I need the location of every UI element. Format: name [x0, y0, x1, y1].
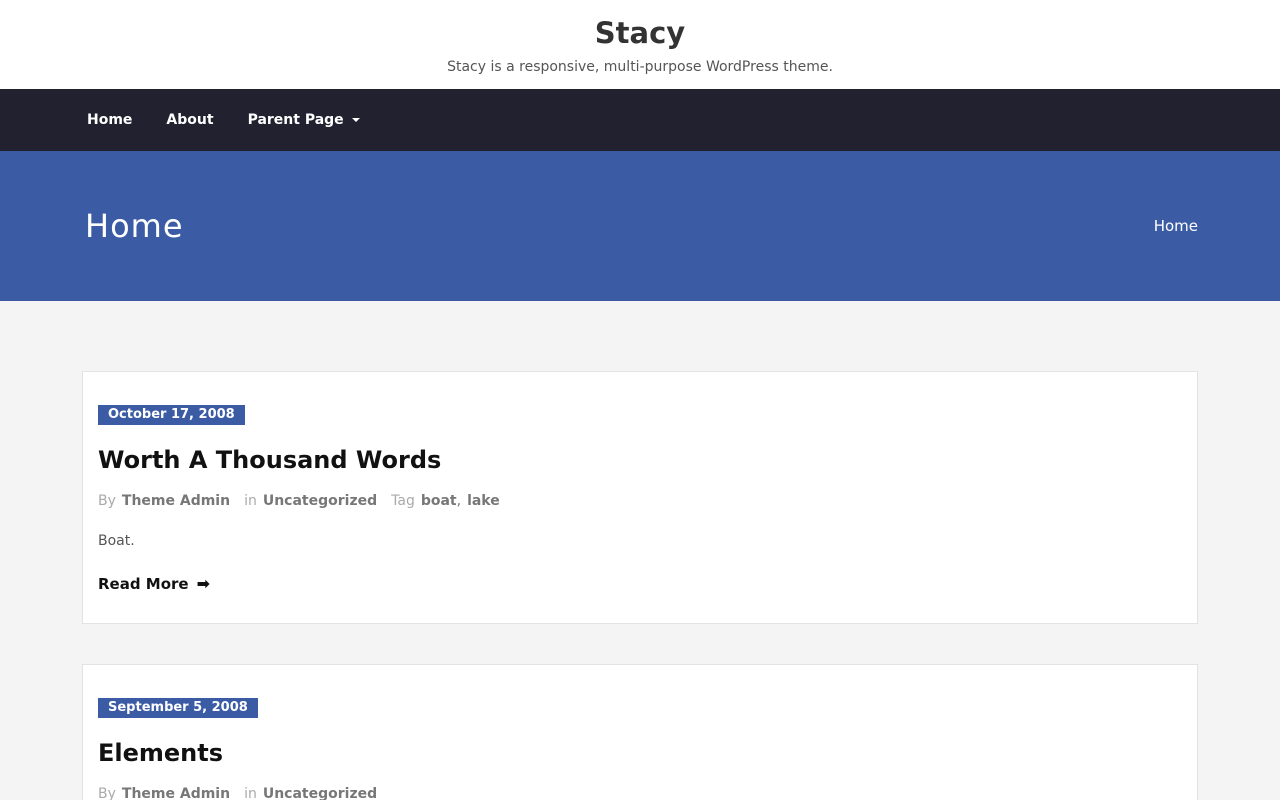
meta-in-label: in [244, 786, 257, 800]
post-excerpt: Boat. [98, 533, 135, 549]
post-meta: By Theme Admin in Uncategorized [98, 786, 1182, 800]
caret-down-icon [351, 118, 360, 122]
nav-item-about[interactable]: About [166, 112, 213, 128]
main-navigation: Home About Parent Page [0, 89, 1280, 151]
nav-item-label: About [166, 112, 214, 128]
page-hero: Home Home [0, 151, 1280, 301]
post-tag-link[interactable]: lake [467, 493, 500, 509]
post-title[interactable]: Worth A Thousand Words [98, 445, 1182, 475]
post-card: October 17, 2008 Worth A Thousand Words … [82, 371, 1198, 624]
site-header: Stacy Stacy is a responsive, multi-purpo… [0, 0, 1280, 89]
read-more-link[interactable]: Read More ➡ [98, 574, 210, 593]
meta-in-label: in [244, 493, 257, 509]
meta-by-label: By [98, 493, 116, 509]
post-category-link[interactable]: Uncategorized [263, 786, 377, 800]
post-category-link[interactable]: Uncategorized [263, 493, 377, 509]
nav-item-label: Home [87, 112, 133, 128]
post-date-badge[interactable]: September 5, 2008 [98, 698, 258, 718]
arrow-right-icon: ➡ [196, 574, 211, 593]
nav-item-label: Parent Page [247, 112, 344, 128]
post-title[interactable]: Elements [98, 738, 1182, 768]
post-date-badge[interactable]: October 17, 2008 [98, 405, 245, 425]
meta-by-label: By [98, 786, 116, 800]
meta-tag-label: Tag [391, 493, 415, 509]
post-list: October 17, 2008 Worth A Thousand Words … [0, 301, 1280, 800]
site-title[interactable]: Stacy [0, 0, 1280, 51]
post-tag-link[interactable]: boat [421, 493, 457, 509]
tag-separator: , [456, 493, 462, 509]
page-title: Home [85, 207, 184, 245]
post-card: September 5, 2008 Elements By Theme Admi… [82, 664, 1198, 800]
nav-item-parent-page[interactable]: Parent Page [248, 112, 360, 128]
nav-item-home[interactable]: Home [87, 112, 132, 128]
read-more-label: Read More [98, 574, 189, 593]
post-author-link[interactable]: Theme Admin [122, 493, 230, 509]
site-description: Stacy is a responsive, multi-purpose Wor… [447, 59, 833, 75]
post-meta: By Theme Admin in Uncategorized Tag boat… [98, 493, 1182, 509]
breadcrumb-home[interactable]: Home [1154, 217, 1198, 235]
post-author-link[interactable]: Theme Admin [122, 786, 230, 800]
